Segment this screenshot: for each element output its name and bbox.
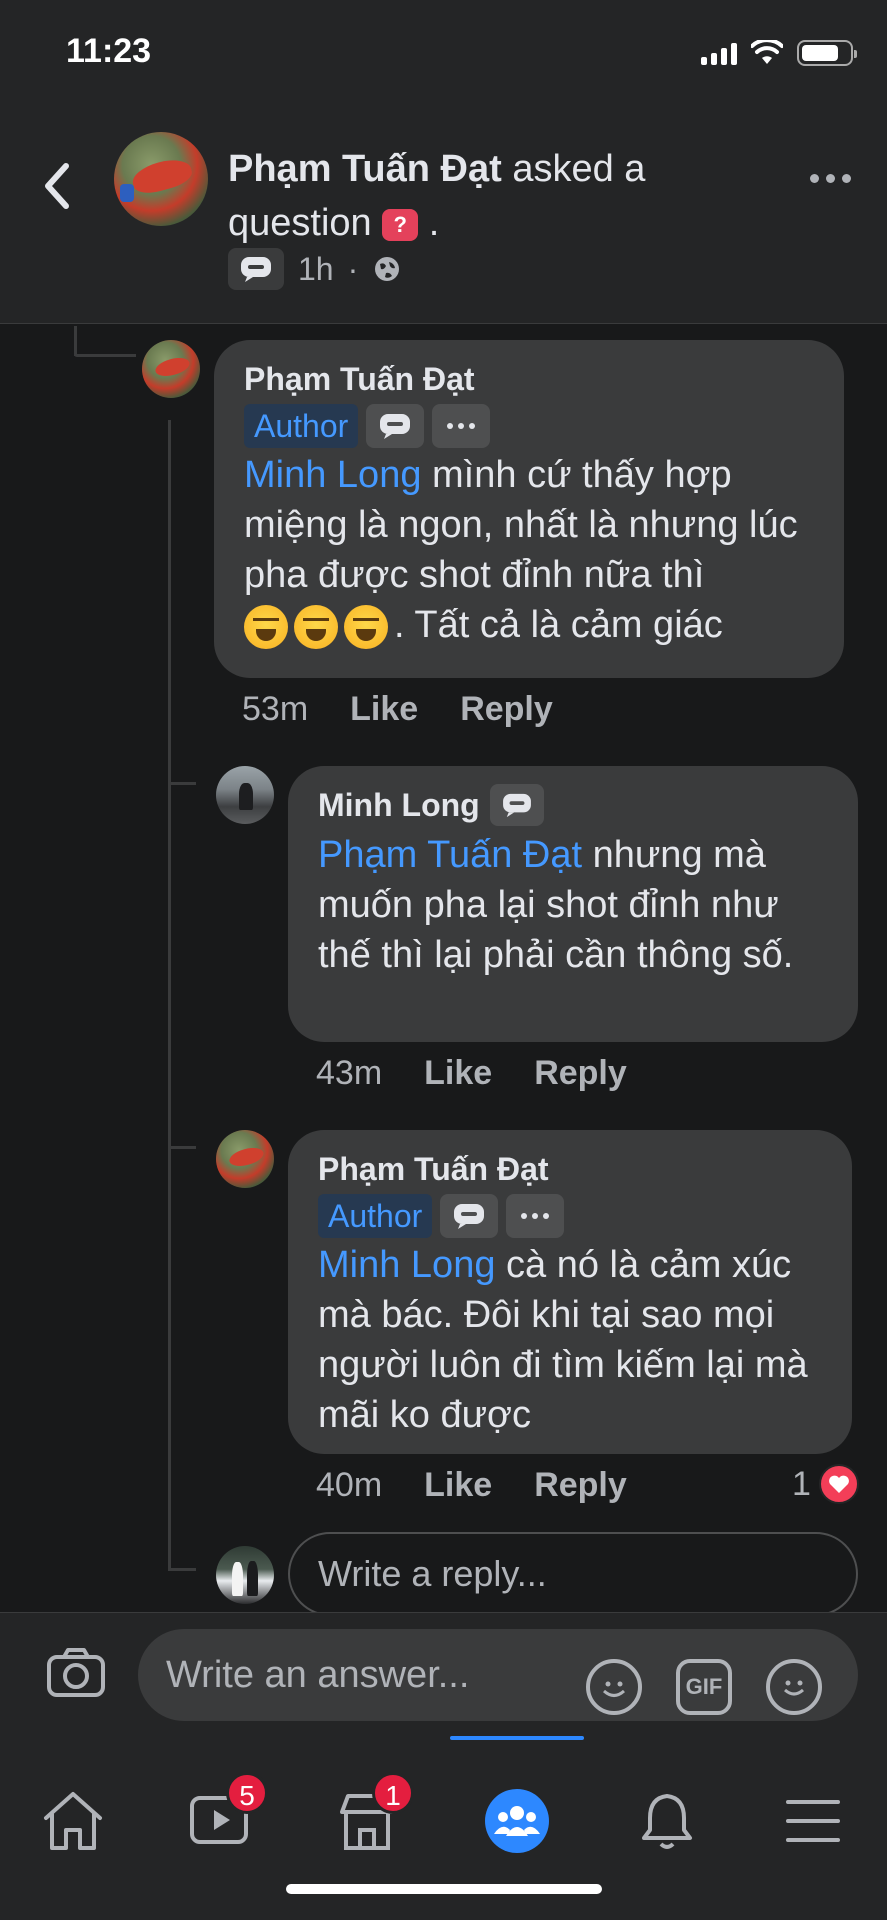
watch-tab[interactable]: 5 (186, 1772, 268, 1856)
more-options-icon[interactable] (810, 174, 851, 183)
current-user-avatar (216, 1546, 274, 1604)
comment-actions: 40m Like Reply (316, 1466, 627, 1505)
comment-avatar[interactable] (216, 1130, 274, 1188)
thread-connector (168, 782, 196, 785)
author-avatar[interactable] (114, 132, 208, 226)
thread-connector (168, 1568, 196, 1571)
gif-icon[interactable]: GIF (676, 1659, 732, 1715)
laughing-emoji-icon (344, 604, 388, 649)
comment-tags: Author (318, 1194, 822, 1238)
comment-time[interactable]: 53m (242, 690, 308, 729)
comment-bubble: Phạm Tuấn Đạt Author Minh Long cà nó là … (288, 1130, 852, 1454)
comment-actions: 43m Like Reply (316, 1054, 627, 1093)
mention-link[interactable]: Minh Long (318, 1244, 495, 1286)
more-icon[interactable] (506, 1194, 565, 1238)
comment-text: Phạm Tuấn Đạt nhưng mà muốn pha lại shot… (318, 834, 794, 976)
like-button[interactable]: Like (350, 690, 418, 729)
comment-bubble: Minh Long Phạm Tuấn Đạt nhưng mà muốn ph… (288, 766, 858, 1042)
battery-icon (797, 40, 857, 66)
status-bar: 11:23 (0, 0, 887, 100)
comment-text: Minh Long cà nó là cảm xúc mà bác. Đôi k… (318, 1244, 808, 1436)
sticker-icon[interactable] (586, 1659, 642, 1715)
comment-tags: Author (244, 404, 814, 448)
answer-input[interactable]: Write an answer... GIF (138, 1629, 858, 1721)
mention-link[interactable]: Minh Long (244, 454, 421, 496)
notification-badge: 5 (226, 1772, 268, 1814)
more-icon[interactable] (432, 404, 491, 448)
reaction-count: 1 (792, 1464, 811, 1503)
laughing-emoji-icon (244, 604, 288, 649)
status-icons (701, 40, 857, 66)
marketplace-tab[interactable]: 1 (332, 1772, 414, 1856)
notification-badge: 1 (372, 1772, 414, 1814)
comment-avatar[interactable] (216, 766, 274, 824)
home-indicator (286, 1884, 602, 1894)
author-tag: Author (318, 1194, 433, 1238)
globe-icon (375, 257, 400, 281)
wifi-icon (751, 40, 783, 64)
reply-button[interactable]: Reply (534, 1466, 627, 1505)
thread-connector (168, 420, 171, 1570)
question-icon: ? (382, 208, 419, 241)
thread-connector (74, 326, 77, 356)
heart-icon (818, 1464, 859, 1504)
emoji-icon[interactable] (766, 1659, 822, 1715)
post-time[interactable]: 1h (298, 251, 334, 288)
signal-icon (701, 41, 737, 65)
reply-button[interactable]: Reply (460, 690, 553, 729)
thread-connector (74, 354, 136, 357)
back-icon[interactable] (38, 156, 78, 216)
comment-avatar[interactable] (142, 340, 200, 398)
active-tab-indicator (450, 1736, 584, 1740)
answer-placeholder: Write an answer... (166, 1654, 470, 1696)
comment-badge-icon (440, 1194, 499, 1238)
comment-badge-icon (228, 248, 284, 290)
post-title: Phạm Tuấn Đạt asked a question ? . (228, 148, 646, 244)
comment-text: Minh Long mình cứ thấy hợp miệng là ngon… (244, 450, 814, 650)
thread-connector (168, 1146, 196, 1149)
comment-bubble: Phạm Tuấn Đạt Author Minh Long mình cứ t… (214, 340, 844, 678)
menu-tab-icon[interactable] (778, 1786, 848, 1856)
mention-link[interactable]: Phạm Tuấn Đạt (318, 834, 582, 876)
comment-author: Minh Long (318, 784, 828, 826)
notifications-tab-icon[interactable] (632, 1786, 702, 1856)
composer-icons: GIF (586, 1659, 822, 1715)
camera-icon[interactable] (46, 1647, 106, 1699)
comment-author[interactable]: Phạm Tuấn Đạt (244, 358, 814, 400)
reaction-summary[interactable]: 1 (792, 1464, 859, 1504)
groups-tab-icon[interactable] (482, 1786, 552, 1856)
comment-actions: 53m Like Reply (242, 690, 553, 729)
post-meta: 1h · (228, 248, 402, 290)
like-button[interactable]: Like (424, 1054, 492, 1093)
comment-time[interactable]: 43m (316, 1054, 382, 1093)
answer-composer: Write an answer... GIF (0, 1612, 887, 1736)
post-header: Phạm Tuấn Đạt asked a question ? . 1h · (0, 100, 887, 324)
laughing-emoji-icon (294, 604, 338, 649)
comment-badge-icon (489, 784, 544, 826)
home-tab-icon[interactable] (38, 1786, 108, 1856)
author-tag: Author (244, 404, 359, 448)
reply-input[interactable]: Write a reply... (288, 1532, 858, 1616)
reply-button[interactable]: Reply (534, 1054, 627, 1093)
comment-author[interactable]: Phạm Tuấn Đạt (318, 1148, 822, 1190)
comment-badge-icon (366, 404, 425, 448)
like-button[interactable]: Like (424, 1466, 492, 1505)
status-time: 11:23 (66, 32, 152, 70)
author-name[interactable]: Phạm Tuấn Đạt (228, 148, 502, 190)
comment-time[interactable]: 40m (316, 1466, 382, 1505)
